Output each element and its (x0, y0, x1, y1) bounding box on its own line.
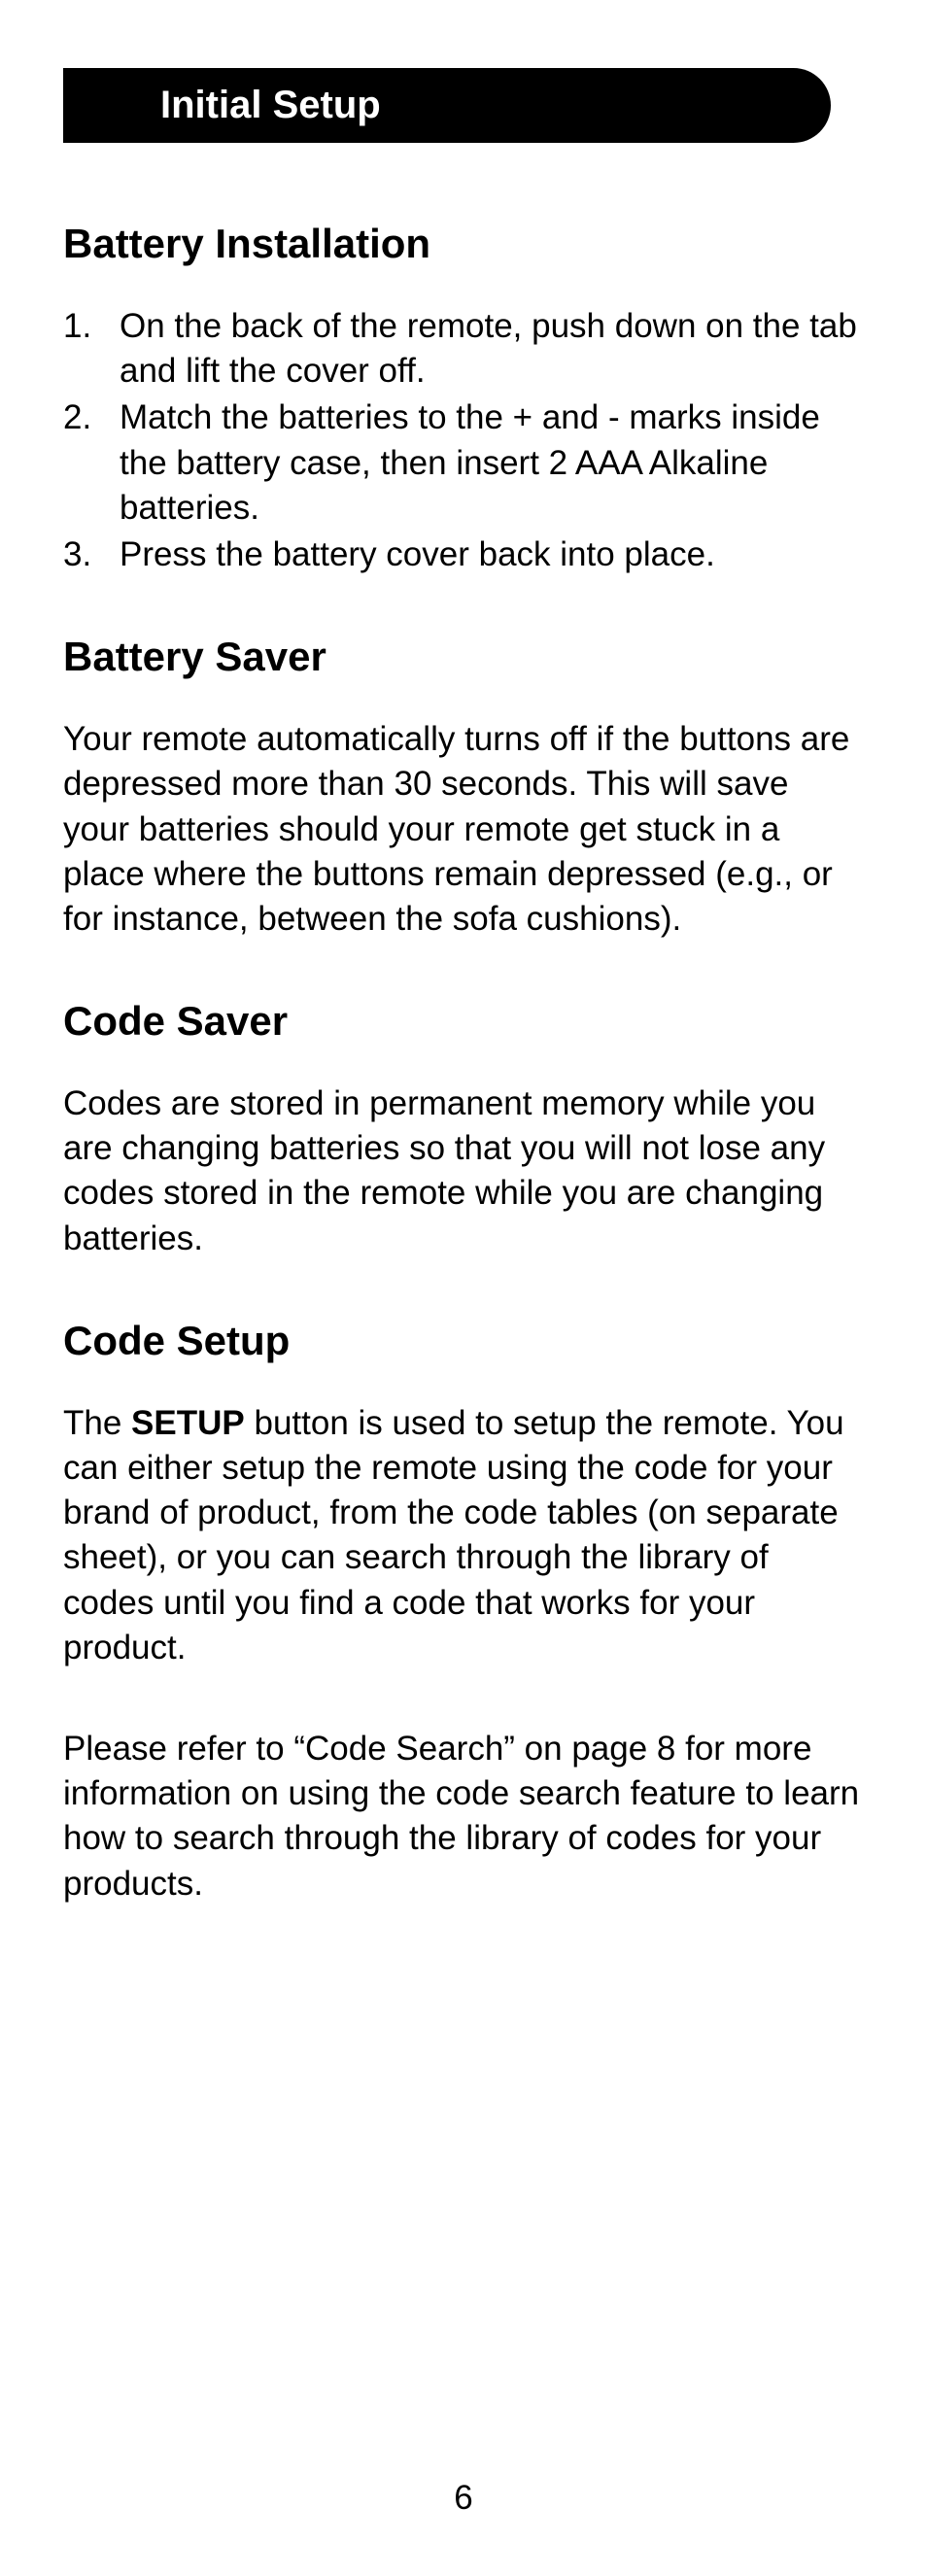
setup-button-label: SETUP (131, 1404, 245, 1442)
heading-battery-installation: Battery Installation (63, 221, 864, 267)
list-item: Press the battery cover back into place. (63, 532, 864, 577)
battery-saver-body: Your remote automatically turns off if t… (63, 717, 864, 942)
code-saver-body: Codes are stored in permanent memory whi… (63, 1082, 864, 1261)
code-setup-text: The (63, 1404, 131, 1442)
heading-code-setup: Code Setup (63, 1318, 864, 1364)
code-setup-para1: The SETUP button is used to setup the re… (63, 1401, 864, 1670)
list-item: Match the batteries to the + and - marks… (63, 395, 864, 531)
page-header-tab: Initial Setup (63, 68, 831, 143)
heading-code-saver: Code Saver (63, 998, 864, 1045)
code-setup-text: button is used to setup the remote. You … (63, 1404, 844, 1666)
page-header-title: Initial Setup (160, 84, 381, 126)
battery-installation-steps: On the back of the remote, push down on … (63, 304, 864, 577)
heading-battery-saver: Battery Saver (63, 634, 864, 680)
page-number: 6 (0, 2479, 927, 2518)
code-setup-para2: Please refer to “Code Search” on page 8 … (63, 1727, 864, 1906)
list-item: On the back of the remote, push down on … (63, 304, 864, 394)
